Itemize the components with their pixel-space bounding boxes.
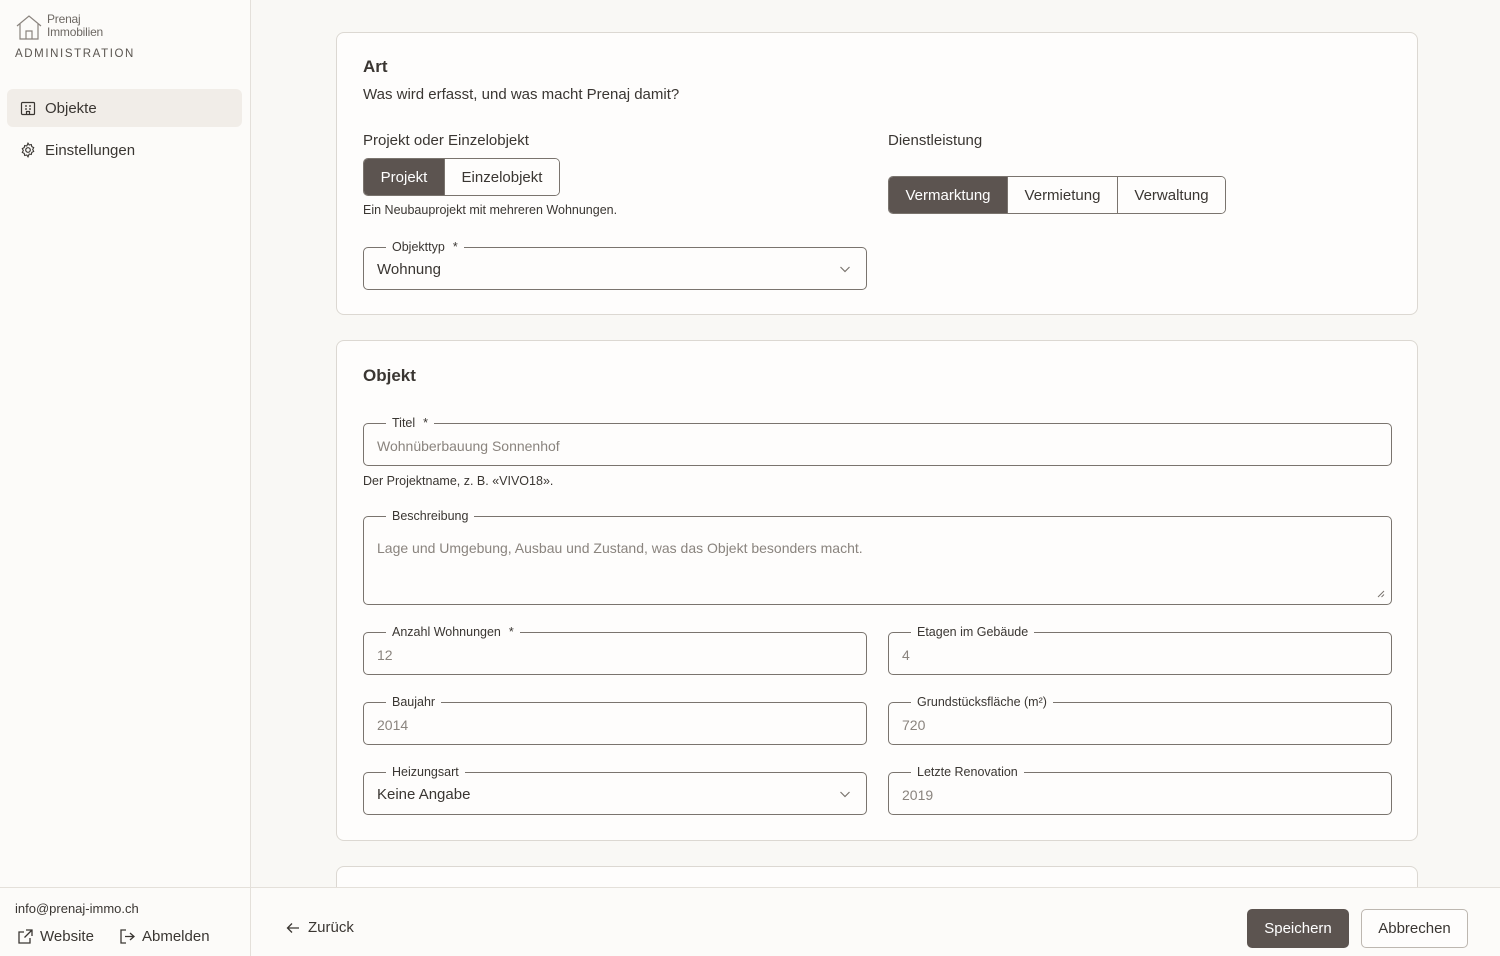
objekttyp-label: Objekttyp <box>392 240 445 254</box>
next-card <box>336 866 1418 887</box>
user-email: info@prenaj-immo.ch <box>15 901 139 916</box>
sidebar-footer: info@prenaj-immo.ch Website Abmelden <box>0 887 251 956</box>
gear-icon <box>19 141 37 159</box>
titel-input[interactable]: Titel * Wohnüberbauung Sonnenhof <box>363 415 1392 466</box>
titel-label: Titel <box>392 416 416 430</box>
baujahr-input[interactable]: Baujahr 2014 <box>363 694 867 745</box>
beschreibung-placeholder: Lage und Umgebung, Ausbau und Zustand, w… <box>377 540 863 556</box>
required-mark: * <box>423 416 429 430</box>
heizung-value: Keine Angabe <box>377 786 471 803</box>
titel-helper: Der Projektname, z. B. «VIVO18». <box>363 474 554 488</box>
objekttyp-select[interactable]: Objekttyp * Wohnung <box>363 239 867 290</box>
grundstuecksflaeche-input[interactable]: Grundstücksfläche (m²) 720 <box>888 694 1392 745</box>
objekttyp-legend: Objekttyp * <box>386 239 464 255</box>
anzahl-placeholder: 12 <box>377 647 393 663</box>
kind-label: Projekt oder Einzelobjekt <box>363 132 529 149</box>
anzahl-legend: Anzahl Wohnungen * <box>386 624 520 640</box>
sidebar: Prenaj Immobilien ADMINISTRATION Objekte… <box>0 0 251 956</box>
objekt-card: Objekt Titel * Wohnüberbauung Sonnenhof D… <box>336 340 1418 841</box>
sidebar-item-label: Objekte <box>45 99 97 117</box>
letzte-renovation-input[interactable]: Letzte Renovation 2019 <box>888 764 1392 815</box>
kind-option-einzelobjekt[interactable]: Einzelobjekt <box>445 159 559 195</box>
service-option-vermarktung[interactable]: Vermarktung <box>889 177 1008 213</box>
back-label: Zurück <box>308 919 354 936</box>
chevron-down-icon <box>840 266 850 273</box>
grund-placeholder: 720 <box>902 717 926 733</box>
logo-line-2: Immobilien <box>47 25 104 39</box>
kind-option-projekt[interactable]: Projekt <box>364 159 445 195</box>
service-label: Dienstleistung <box>888 132 983 149</box>
kind-toggle: Projekt Einzelobjekt <box>363 158 560 196</box>
anzahl-label: Anzahl Wohnungen <box>392 625 501 639</box>
titel-placeholder: Wohnüberbauung Sonnenhof <box>377 438 560 454</box>
renovation-placeholder: 2019 <box>902 787 934 803</box>
anzahl-wohnungen-input[interactable]: Anzahl Wohnungen * 12 <box>363 624 867 675</box>
logo[interactable]: Prenaj Immobilien <box>15 13 103 41</box>
beschreibung-label: Beschreibung <box>386 508 475 524</box>
art-subtitle: Was wird erfasst, und was macht Prenaj d… <box>363 86 680 103</box>
main-content: Art Was wird erfasst, und was macht Pren… <box>251 0 1500 887</box>
chevron-down-icon <box>840 791 850 798</box>
cancel-button[interactable]: Abbrechen <box>1361 909 1468 948</box>
external-link-icon <box>18 929 33 944</box>
renovation-label: Letzte Renovation <box>911 764 1024 780</box>
website-link[interactable]: Website <box>17 928 94 945</box>
service-toggle: Vermarktung Vermietung Verwaltung <box>888 176 1226 214</box>
logout-label: Abmelden <box>142 928 210 945</box>
section-label: ADMINISTRATION <box>15 48 135 60</box>
art-card: Art Was wird erfasst, und was macht Pren… <box>336 32 1418 315</box>
kind-helper: Ein Neubauprojekt mit mehreren Wohnungen… <box>363 203 618 217</box>
sidebar-item-label: Einstellungen <box>45 141 136 159</box>
required-mark: * <box>508 625 514 639</box>
baujahr-placeholder: 2014 <box>377 717 409 733</box>
website-label: Website <box>40 928 94 945</box>
building-icon <box>19 99 37 117</box>
etagen-placeholder: 4 <box>902 647 910 663</box>
back-link[interactable]: Zurück <box>286 919 354 936</box>
logout-icon <box>120 929 135 944</box>
sidebar-item-objekte[interactable]: Objekte <box>7 89 242 127</box>
heizungsart-select[interactable]: Heizungsart Keine Angabe <box>363 764 867 815</box>
baujahr-label: Baujahr <box>386 694 442 710</box>
art-title: Art <box>363 57 388 76</box>
action-bar: Zurück Speichern Abbrechen <box>251 887 1500 956</box>
etagen-label: Etagen im Gebäude <box>911 624 1035 640</box>
resize-handle-icon[interactable] <box>1376 589 1385 598</box>
titel-legend: Titel * <box>386 415 435 431</box>
grund-label: Grundstücksfläche (m²) <box>911 694 1053 710</box>
sidebar-item-einstellungen[interactable]: Einstellungen <box>7 131 242 169</box>
objekttyp-value: Wohnung <box>377 261 441 278</box>
service-option-verwaltung[interactable]: Verwaltung <box>1118 177 1225 213</box>
etagen-input[interactable]: Etagen im Gebäude 4 <box>888 624 1392 675</box>
logo-text: Prenaj Immobilien <box>47 13 103 39</box>
service-option-vermietung[interactable]: Vermietung <box>1008 177 1118 213</box>
house-logo-icon <box>16 15 42 40</box>
required-mark: * <box>452 240 458 254</box>
logout-link[interactable]: Abmelden <box>119 928 210 945</box>
arrow-left-icon <box>286 922 299 933</box>
heizung-label: Heizungsart <box>386 764 465 780</box>
objekt-title: Objekt <box>363 366 416 385</box>
beschreibung-textarea[interactable]: Beschreibung Lage und Umgebung, Ausbau u… <box>363 508 1392 605</box>
save-button[interactable]: Speichern <box>1247 909 1349 948</box>
